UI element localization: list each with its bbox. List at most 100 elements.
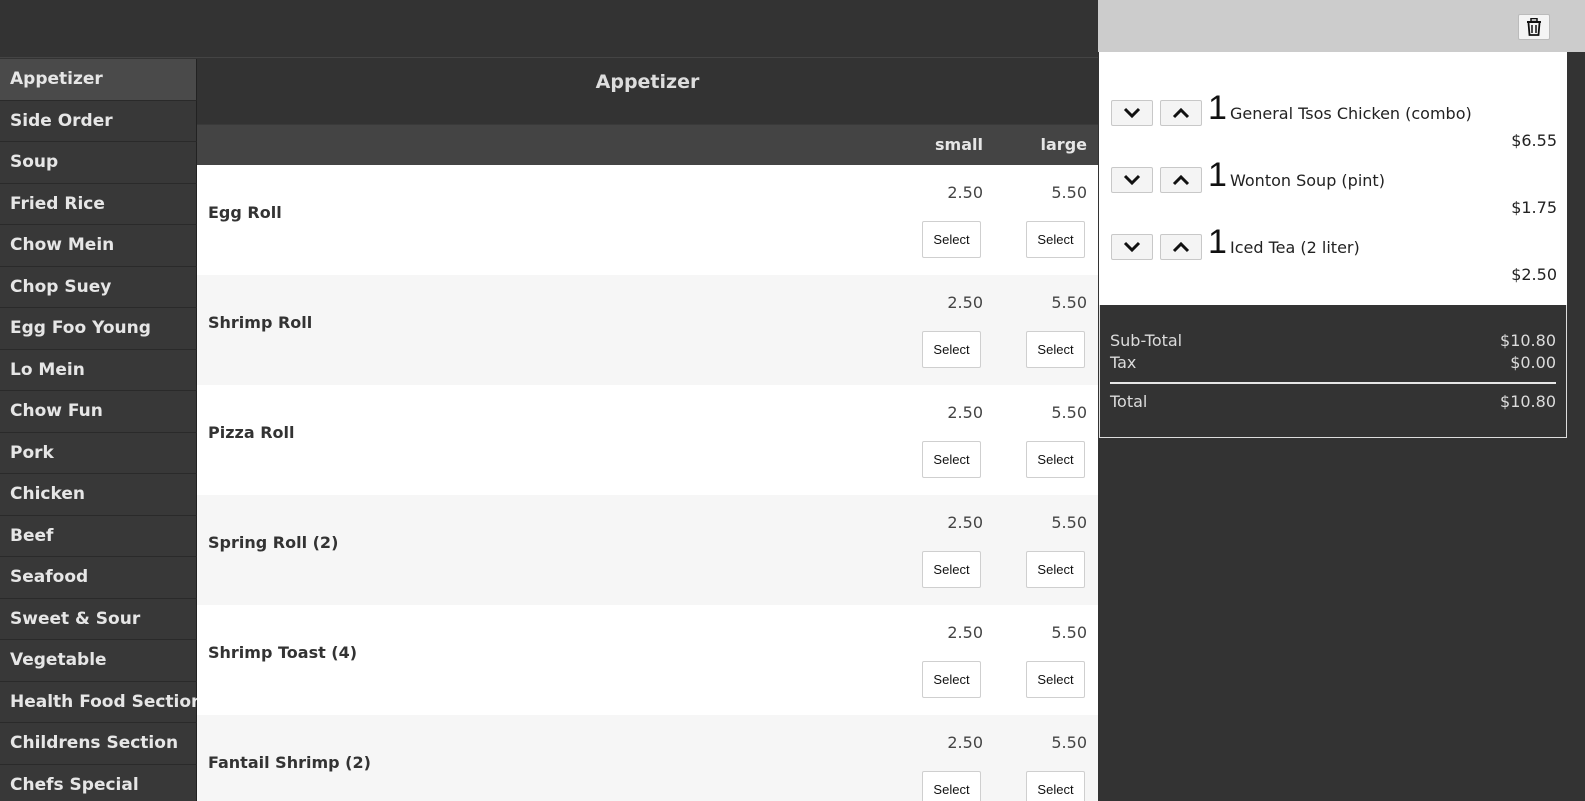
select-large-button[interactable]: Select bbox=[1026, 551, 1085, 588]
menu-item-name: Shrimp Toast (4) bbox=[208, 643, 358, 662]
decrease-qty-button[interactable] bbox=[1111, 234, 1153, 260]
select-large-button[interactable]: Select bbox=[1026, 331, 1085, 368]
price-large: 5.50 bbox=[1051, 183, 1087, 202]
order-item-price: $2.50 bbox=[1511, 265, 1557, 284]
chevron-down-icon bbox=[1123, 241, 1141, 253]
size-small-header: small bbox=[935, 135, 983, 154]
sidebar-item-category[interactable]: Side Order bbox=[0, 100, 197, 142]
price-large: 5.50 bbox=[1051, 623, 1087, 642]
select-small-button[interactable]: Select bbox=[922, 331, 981, 368]
sidebar-item-category[interactable]: Beef bbox=[0, 515, 197, 557]
increase-qty-button[interactable] bbox=[1160, 234, 1202, 260]
increase-qty-button[interactable] bbox=[1160, 167, 1202, 193]
sidebar-item-category[interactable]: Appetizer bbox=[0, 59, 197, 101]
sidebar-item-category[interactable]: Chow Mein bbox=[0, 225, 197, 267]
menu-item-row: Fantail Shrimp (2) 2.50 5.50 Select Select bbox=[197, 715, 1098, 801]
price-small: 2.50 bbox=[947, 293, 983, 312]
select-large-button[interactable]: Select bbox=[1026, 661, 1085, 698]
sidebar-item-category[interactable]: Seafood bbox=[0, 557, 197, 599]
category-title: Appetizer bbox=[197, 59, 1098, 125]
total-value: $10.80 bbox=[1500, 392, 1556, 411]
price-large: 5.50 bbox=[1051, 293, 1087, 312]
chevron-up-icon bbox=[1172, 241, 1190, 253]
select-small-button[interactable]: Select bbox=[922, 771, 981, 801]
sidebar-item-category[interactable]: Lo Mein bbox=[0, 349, 197, 391]
price-large: 5.50 bbox=[1051, 513, 1087, 532]
menu-item-row: Spring Roll (2) 2.50 5.50 Select Select bbox=[197, 495, 1098, 605]
menu-item-row: Pizza Roll 2.50 5.50 Select Select bbox=[197, 385, 1098, 495]
tax-label: Tax bbox=[1110, 353, 1137, 372]
menu-item-row: Shrimp Roll 2.50 5.50 Select Select bbox=[197, 275, 1098, 385]
sidebar-item-category[interactable]: Sweet & Sour bbox=[0, 598, 197, 640]
sidebar-item-category[interactable]: Pork bbox=[0, 432, 197, 474]
menu-item-name: Shrimp Roll bbox=[208, 313, 313, 332]
chevron-up-icon bbox=[1172, 107, 1190, 119]
sidebar-item-category[interactable]: Egg Foo Young bbox=[0, 308, 197, 350]
price-small: 2.50 bbox=[947, 513, 983, 532]
order-line: 1 Iced Tea (2 liter) $2.50 bbox=[1099, 223, 1567, 293]
sidebar-item-category[interactable]: Soup bbox=[0, 142, 197, 184]
sidebar-item-category[interactable]: Chop Suey bbox=[0, 266, 197, 308]
order-item-name: Iced Tea (2 liter) bbox=[1230, 238, 1360, 257]
chevron-down-icon bbox=[1123, 107, 1141, 119]
order-totals: Sub-Total $10.80 Tax $0.00 Total $10.80 bbox=[1099, 305, 1567, 438]
sidebar-item-category[interactable]: Childrens Section bbox=[0, 723, 197, 765]
sidebar-item-category[interactable]: Chicken bbox=[0, 474, 197, 516]
menu-panel: Appetizer small large Egg Roll 2.50 5.50 Se… bbox=[197, 59, 1098, 801]
decrease-qty-button[interactable] bbox=[1111, 100, 1153, 126]
tax-value: $0.00 bbox=[1510, 353, 1556, 372]
order-header bbox=[1098, 0, 1585, 52]
order-item-price: $1.75 bbox=[1511, 198, 1557, 217]
price-small: 2.50 bbox=[947, 403, 983, 422]
menu-item-name: Egg Roll bbox=[208, 203, 282, 222]
select-small-button[interactable]: Select bbox=[922, 441, 981, 478]
subtotal-value: $10.80 bbox=[1500, 331, 1556, 350]
select-large-button[interactable]: Select bbox=[1026, 221, 1085, 258]
order-qty: 1 bbox=[1208, 89, 1227, 127]
sidebar-item-category[interactable]: Fried Rice bbox=[0, 183, 197, 225]
subtotal-row: Sub-Total $10.80 bbox=[1110, 331, 1556, 350]
select-large-button[interactable]: Select bbox=[1026, 441, 1085, 478]
select-small-button[interactable]: Select bbox=[922, 551, 981, 588]
top-bar bbox=[0, 0, 1098, 58]
order-list: 1 General Tsos Chicken (combo) $6.55 1 Wonto… bbox=[1099, 52, 1567, 305]
select-small-button[interactable]: Select bbox=[922, 221, 981, 258]
order-item-price: $6.55 bbox=[1511, 131, 1557, 150]
sidebar-item-category[interactable]: Chefs Special bbox=[0, 764, 197, 801]
chevron-down-icon bbox=[1123, 174, 1141, 186]
menu-item-list: Egg Roll 2.50 5.50 Select Select Shrimp Roll 2… bbox=[197, 165, 1098, 801]
order-item-name: Wonton Soup (pint) bbox=[1230, 171, 1385, 190]
order-line: 1 Wonton Soup (pint) $1.75 bbox=[1099, 156, 1567, 226]
price-small: 2.50 bbox=[947, 733, 983, 752]
menu-item-row: Shrimp Toast (4) 2.50 5.50 Select Select bbox=[197, 605, 1098, 715]
order-line: 1 General Tsos Chicken (combo) $6.55 bbox=[1099, 89, 1567, 159]
chevron-up-icon bbox=[1172, 174, 1190, 186]
size-large-header: large bbox=[1040, 135, 1087, 154]
clear-order-button[interactable] bbox=[1518, 14, 1550, 40]
menu-item-name: Spring Roll (2) bbox=[208, 533, 339, 552]
trash-icon bbox=[1527, 18, 1541, 36]
price-small: 2.50 bbox=[947, 183, 983, 202]
menu-item-row: Egg Roll 2.50 5.50 Select Select bbox=[197, 165, 1098, 275]
total-row: Total $10.80 bbox=[1110, 392, 1556, 411]
sidebar-item-category[interactable]: Health Food Section bbox=[0, 681, 197, 723]
tax-row: Tax $0.00 bbox=[1110, 353, 1556, 372]
category-sidebar: Appetizer Side Order Soup Fried Rice Chow Me… bbox=[0, 59, 197, 801]
sidebar-item-category[interactable]: Vegetable bbox=[0, 640, 197, 682]
menu-item-name: Pizza Roll bbox=[208, 423, 295, 442]
menu-item-name: Fantail Shrimp (2) bbox=[208, 753, 371, 772]
increase-qty-button[interactable] bbox=[1160, 100, 1202, 126]
order-qty: 1 bbox=[1208, 223, 1227, 261]
totals-divider bbox=[1110, 382, 1556, 384]
total-label: Total bbox=[1110, 392, 1148, 411]
subtotal-label: Sub-Total bbox=[1110, 331, 1183, 350]
select-large-button[interactable]: Select bbox=[1026, 771, 1085, 801]
sidebar-item-category[interactable]: Chow Fun bbox=[0, 391, 197, 433]
order-qty: 1 bbox=[1208, 156, 1227, 194]
price-large: 5.50 bbox=[1051, 403, 1087, 422]
decrease-qty-button[interactable] bbox=[1111, 167, 1153, 193]
select-small-button[interactable]: Select bbox=[922, 661, 981, 698]
order-item-name: General Tsos Chicken (combo) bbox=[1230, 104, 1472, 123]
price-large: 5.50 bbox=[1051, 733, 1087, 752]
size-header: small large bbox=[197, 125, 1098, 165]
